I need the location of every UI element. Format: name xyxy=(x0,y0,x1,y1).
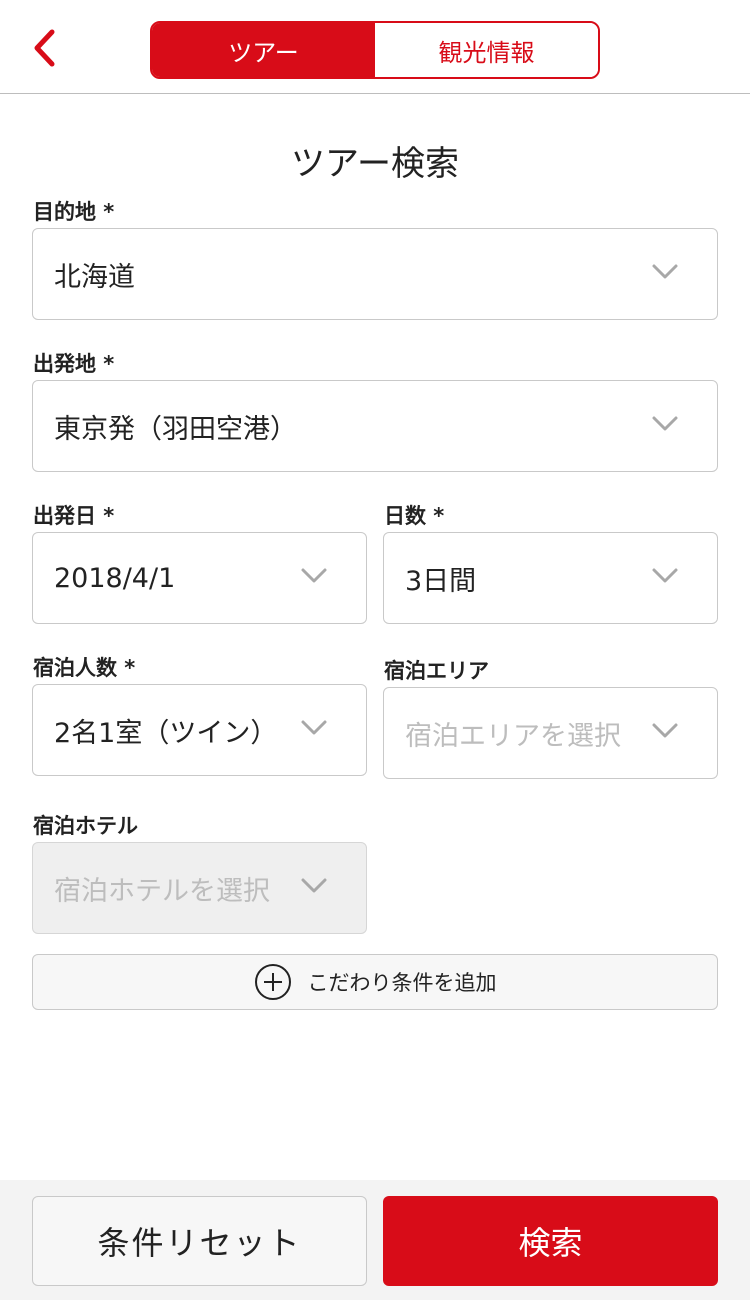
action-footer: 条件リセット 検索 xyxy=(0,1180,750,1300)
departure-date-label: 出発日 * xyxy=(33,504,115,528)
plus-circle-icon xyxy=(254,964,291,1000)
destination-select[interactable]: 北海道 xyxy=(32,228,718,320)
app-header: ツアー 観光情報 xyxy=(0,0,750,94)
add-condition-button[interactable]: こだわり条件を追加 xyxy=(32,954,718,1010)
destination-label: 目的地 * xyxy=(33,200,115,224)
category-segmented-control: ツアー 観光情報 xyxy=(150,21,600,79)
add-condition-label: こだわり条件を追加 xyxy=(307,971,497,995)
departure-place-value: 東京発（羽田空港） xyxy=(54,413,297,445)
chevron-down-icon xyxy=(301,878,327,893)
hotel-label: 宿泊ホテル xyxy=(33,814,138,838)
departure-place-select[interactable]: 東京発（羽田空港） xyxy=(32,380,718,472)
hotel-placeholder: 宿泊ホテルを選択 xyxy=(54,875,270,907)
search-button[interactable]: 検索 xyxy=(383,1196,718,1286)
days-label: 日数 * xyxy=(384,504,445,528)
chevron-left-icon xyxy=(34,29,55,67)
back-button[interactable] xyxy=(22,26,66,70)
tab-sightseeing-info[interactable]: 観光情報 xyxy=(375,23,598,77)
stay-area-placeholder: 宿泊エリアを選択 xyxy=(405,720,621,752)
stay-area-select[interactable]: 宿泊エリアを選択 xyxy=(383,687,718,779)
guests-value: 2名1室（ツイン） xyxy=(54,717,278,749)
departure-date-select[interactable]: 2018/4/1 xyxy=(32,532,367,624)
page-title: ツアー検索 xyxy=(291,144,459,184)
reset-button[interactable]: 条件リセット xyxy=(32,1196,367,1286)
chevron-down-icon xyxy=(301,720,327,735)
hotel-select[interactable]: 宿泊ホテルを選択 xyxy=(32,842,367,934)
departure-place-label: 出発地 * xyxy=(33,352,115,376)
tour-search-screen: ツアー 観光情報 ツアー検索 目的地 * 北海道 出発地 * 東京発（羽田空港）… xyxy=(0,0,750,1300)
destination-value: 北海道 xyxy=(54,261,135,293)
chevron-down-icon xyxy=(652,416,678,431)
chevron-down-icon xyxy=(652,568,678,583)
stay-area-label: 宿泊エリア xyxy=(384,659,489,683)
departure-date-value: 2018/4/1 xyxy=(54,562,176,594)
chevron-down-icon xyxy=(652,723,678,738)
guests-select[interactable]: 2名1室（ツイン） xyxy=(32,684,367,776)
days-select[interactable]: 3日間 xyxy=(383,532,718,624)
chevron-down-icon xyxy=(301,568,327,583)
guests-label: 宿泊人数 * xyxy=(33,656,136,680)
days-value: 3日間 xyxy=(405,565,477,597)
chevron-down-icon xyxy=(652,264,678,279)
tab-tour[interactable]: ツアー xyxy=(152,23,375,77)
